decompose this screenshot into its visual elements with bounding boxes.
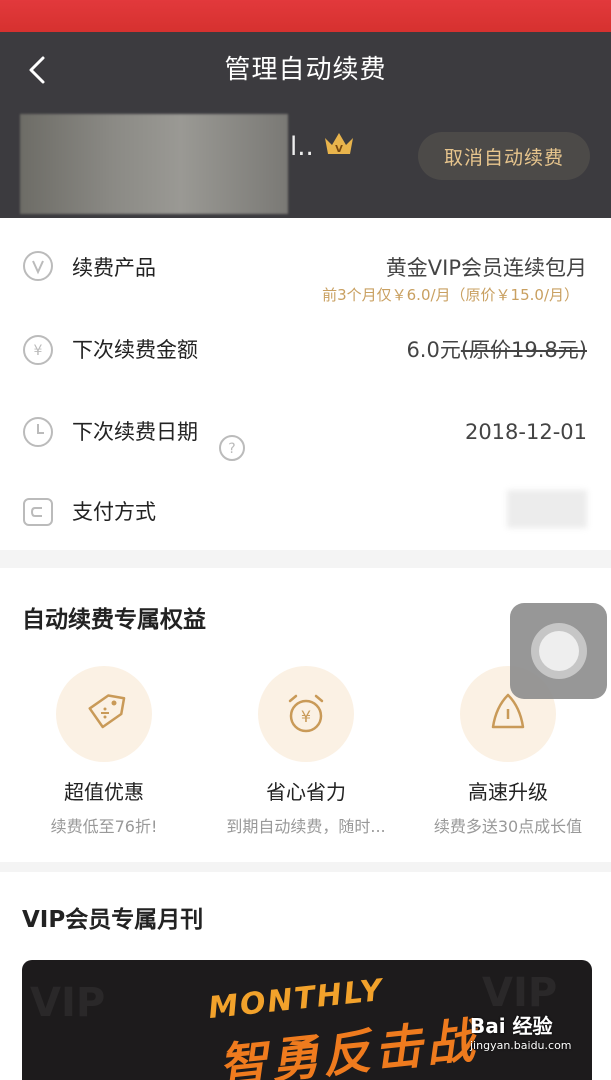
amount-current: 6.0元 [406, 338, 461, 362]
payment-label: 支付方式 [72, 500, 156, 524]
clock-icon [23, 417, 53, 447]
banner-pattern: VIP [30, 980, 106, 1026]
watermark-logo: Bai 经验 [470, 1014, 553, 1038]
svg-text:V: V [335, 144, 343, 155]
benefit-item: 超值优惠 续费低至76折! [4, 666, 204, 837]
product-promo: 前3个月仅￥6.0/月（原价￥15.0/月） [322, 286, 579, 304]
benefit-icon-bg [56, 666, 152, 762]
amount-original: (原价19.8元) [460, 338, 587, 362]
benefit-desc: 到期自动续费，随时... [226, 817, 386, 836]
discount-tag-icon [88, 694, 126, 729]
product-row: 续费产品 黄金VIP会员连续包月 前3个月仅￥6.0/月（原价￥15.0/月） [0, 218, 611, 304]
amount-value: 6.0元(原价19.8元) [406, 334, 587, 366]
benefit-item: ¥ 省心省力 到期自动续费，随时... [206, 666, 406, 837]
renewal-info-card: 续费产品 黄金VIP会员连续包月 前3个月仅￥6.0/月（原价￥15.0/月） … [0, 218, 611, 550]
vip-crown-icon: V [325, 133, 353, 155]
svg-text:¥: ¥ [301, 707, 311, 726]
amount-label: 下次续费金额 [72, 338, 198, 362]
header: 管理自动续费 l.. V 取消自动续费 [0, 32, 611, 218]
monthly-title: VIP会员专属月刊 [22, 907, 204, 933]
alarm-clock-icon: ¥ [288, 694, 324, 733]
assistive-touch-icon [530, 623, 587, 679]
user-name: l.. [290, 132, 314, 162]
assistive-touch-core [538, 631, 579, 671]
watermark-url: jingyan.baidu.com [470, 1039, 572, 1052]
benefit-title: 高速升级 [468, 780, 548, 804]
benefit-title: 超值优惠 [64, 780, 144, 804]
cancel-auto-renew-button[interactable]: 取消自动续费 [418, 132, 590, 180]
floating-assistive-button[interactable] [510, 603, 607, 699]
svg-text:¥: ¥ [34, 343, 43, 359]
vip-circle-icon [23, 251, 53, 281]
benefit-desc: 续费多送30点成长值 [433, 817, 583, 836]
avatar [20, 114, 288, 214]
date-row: 下次续费日期 2018-12-01 [0, 398, 611, 480]
product-label: 续费产品 [72, 256, 156, 280]
benefits-title: 自动续费专属权益 [22, 607, 206, 633]
watermark: Bai 经验 jingyan.baidu.com [470, 1010, 610, 1052]
benefit-icon-bg: ¥ [258, 666, 354, 762]
page-title: 管理自动续费 [224, 55, 387, 85]
wallet-icon [23, 498, 53, 526]
status-bar [0, 0, 611, 32]
date-label: 下次续费日期 [72, 420, 198, 444]
product-value: 黄金VIP会员连续包月 [385, 256, 587, 280]
svg-text:?: ? [228, 441, 235, 457]
yen-circle-icon: ¥ [23, 335, 53, 365]
benefit-desc: 续费低至76折! [50, 817, 158, 836]
amount-row: ¥ 下次续费金额 6.0元(原价19.8元) [0, 316, 611, 398]
help-icon[interactable]: ? [218, 434, 246, 462]
benefit-title: 省心省力 [266, 780, 346, 804]
payment-method-value [507, 490, 587, 528]
date-value: 2018-12-01 [464, 420, 587, 444]
